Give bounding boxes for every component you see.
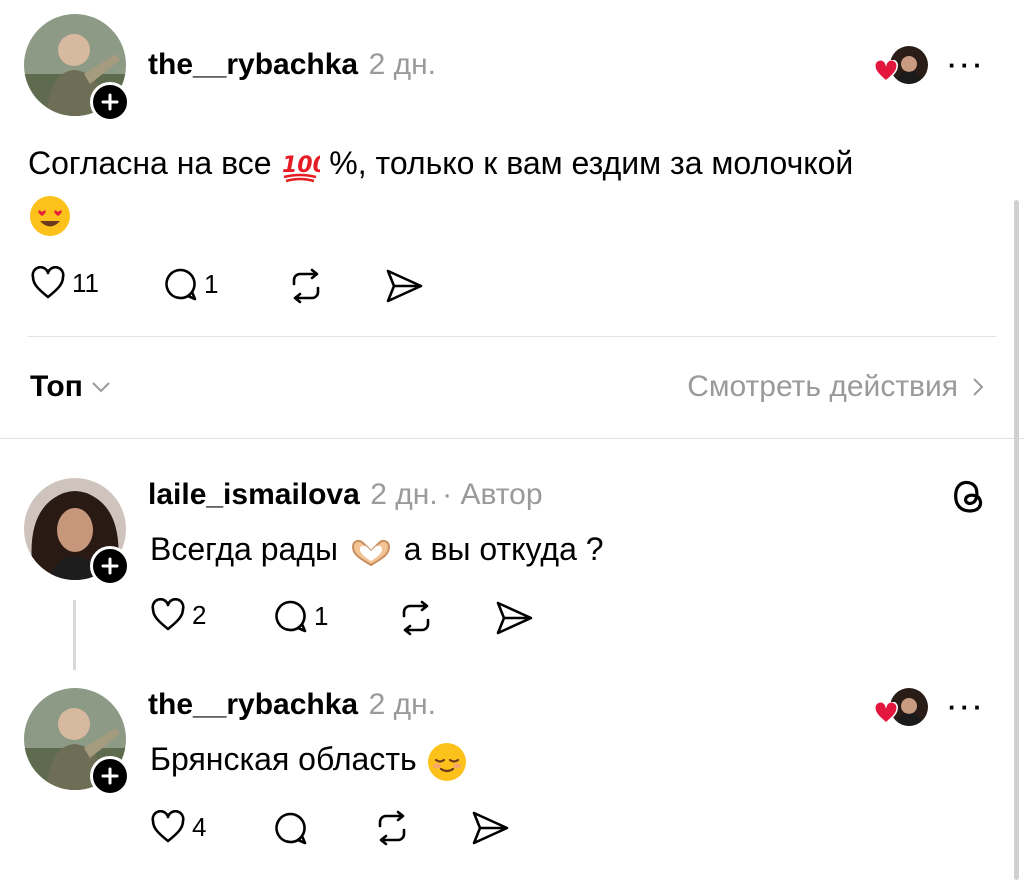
reply-timestamp: 2 дн. — [368, 688, 437, 721]
liked-by-author-indicator[interactable] — [874, 688, 930, 728]
post-username[interactable]: the__rybachka — [148, 48, 358, 81]
heart-hands-emoji-icon — [351, 539, 390, 566]
heart-filled-icon — [874, 60, 898, 82]
post-timestamp: 2 дн. — [368, 48, 437, 81]
comment-bubble-icon — [275, 600, 307, 633]
follow-plus-button[interactable] — [90, 546, 130, 586]
scrollbar[interactable] — [1014, 200, 1019, 880]
heart-eyes-emoji-icon — [30, 195, 70, 236]
post-text-start: Согласна на все — [28, 145, 272, 181]
follow-plus-button[interactable] — [90, 82, 130, 122]
like-action[interactable]: 2 — [150, 598, 206, 632]
like-action[interactable]: 4 — [150, 810, 206, 844]
hundred-points-icon: 100 — [282, 153, 320, 182]
like-count: 2 — [192, 599, 207, 630]
heart-outline-icon — [151, 810, 185, 843]
share-send-icon[interactable] — [384, 268, 424, 304]
reply-count: 1 — [314, 600, 329, 631]
repost-icon[interactable] — [286, 268, 326, 304]
reply-username[interactable]: laile_ismailova — [148, 478, 360, 511]
post-text-end: %, только к вам ездим за молочкой — [329, 145, 854, 181]
reply-text-end: а вы откуда ? — [403, 531, 604, 567]
chevron-right-icon — [973, 378, 984, 396]
share-send-icon[interactable] — [470, 810, 510, 846]
more-options-button[interactable]: ··· — [948, 692, 986, 723]
comment-bubble-icon[interactable] — [272, 810, 308, 846]
liked-by-author-indicator[interactable] — [874, 46, 930, 86]
heart-outline-icon — [31, 266, 65, 299]
comment-bubble-icon — [165, 268, 197, 301]
reply-action[interactable]: 1 — [272, 598, 328, 634]
view-activity-label: Смотреть действия — [687, 370, 958, 403]
heart-filled-icon — [874, 702, 898, 724]
repost-icon[interactable] — [372, 810, 412, 846]
thread-line — [73, 600, 76, 670]
like-count: 11 — [72, 267, 99, 298]
reply-action[interactable]: 1 — [162, 266, 218, 302]
reply-text: Брянская область — [150, 741, 417, 777]
threads-logo-icon[interactable] — [950, 476, 986, 514]
share-send-icon[interactable] — [494, 600, 534, 636]
more-options-button[interactable]: ··· — [948, 50, 986, 81]
heart-outline-icon — [151, 598, 185, 631]
relieved-face-emoji-icon — [427, 742, 466, 781]
chevron-down-icon — [92, 382, 110, 393]
sort-dropdown[interactable]: Топ — [30, 370, 111, 404]
view-activity-link[interactable]: Смотреть действия — [687, 370, 984, 404]
follow-plus-button[interactable] — [90, 756, 130, 796]
reply-count: 1 — [204, 268, 219, 299]
author-tag: · Автор — [442, 478, 543, 511]
section-divider — [0, 438, 1024, 439]
reply-text-start: Всегда рады — [150, 531, 338, 567]
like-count: 4 — [192, 811, 207, 842]
post-divider — [28, 336, 996, 337]
repost-icon[interactable] — [396, 600, 436, 636]
reply-timestamp: 2 дн. — [370, 478, 438, 511]
reply-username[interactable]: the__rybachka — [148, 688, 358, 721]
sort-label: Топ — [30, 370, 83, 403]
like-action[interactable]: 11 — [30, 266, 99, 300]
